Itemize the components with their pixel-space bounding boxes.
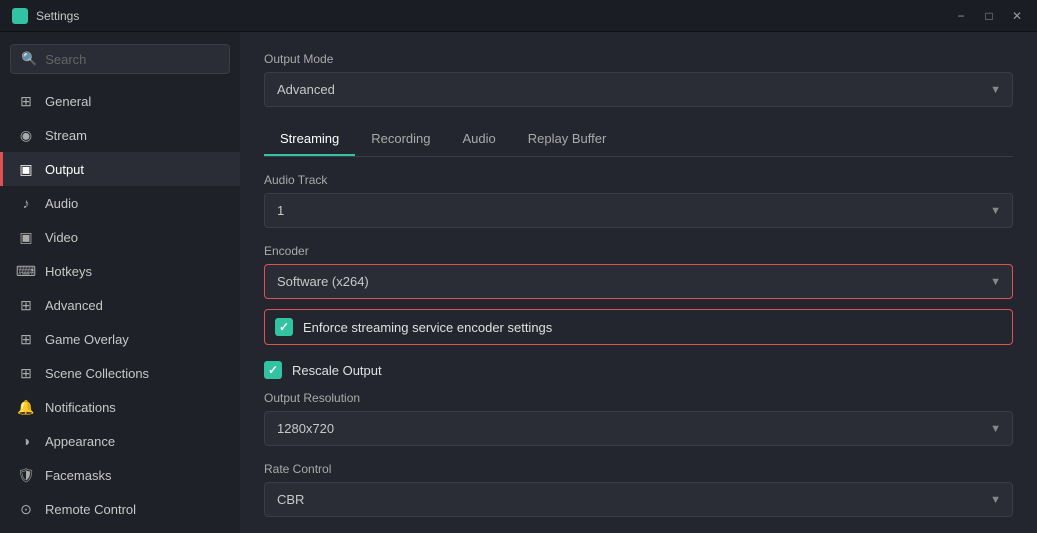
sidebar-label-output: Output: [45, 162, 84, 177]
titlebar: Settings − □ ✕: [0, 0, 1037, 32]
output-resolution-select[interactable]: 1280x720 1920x1080 1366x768 1024x576: [264, 411, 1013, 446]
sidebar-item-audio[interactable]: ♪ Audio: [0, 186, 240, 220]
hotkeys-icon: ⌨: [17, 262, 35, 280]
enforce-encoder-row[interactable]: ✓ Enforce streaming service encoder sett…: [264, 309, 1013, 345]
audio-icon: ♪: [17, 194, 35, 212]
game-overlay-icon: ⊞: [17, 330, 35, 348]
sidebar: 🔍 ⊞ General ◉ Stream ▣ Output ♪ Audio ▣ …: [0, 32, 240, 533]
close-button[interactable]: ✕: [1009, 9, 1025, 23]
sidebar-item-general[interactable]: ⊞ General: [0, 84, 240, 118]
advanced-icon: ⊞: [17, 296, 35, 314]
rescale-output-label: Rescale Output: [292, 363, 382, 378]
sidebar-label-advanced: Advanced: [45, 298, 103, 313]
output-mode-select[interactable]: Advanced Simple: [264, 72, 1013, 107]
app-icon: [12, 8, 28, 24]
content-area: Output Mode Advanced Simple ▼ Streaming …: [240, 32, 1037, 533]
window-controls: − □ ✕: [953, 9, 1025, 23]
sidebar-item-scene-collections[interactable]: ⊞ Scene Collections: [0, 356, 240, 390]
encoder-label: Encoder: [264, 244, 1013, 258]
appearance-icon: ◑: [17, 432, 35, 450]
sidebar-item-hotkeys[interactable]: ⌨ Hotkeys: [0, 254, 240, 288]
remote-control-icon: ⊙: [17, 500, 35, 518]
rate-control-label: Rate Control: [264, 462, 1013, 476]
rescale-output-row[interactable]: ✓ Rescale Output: [264, 357, 1013, 383]
scene-collections-icon: ⊞: [17, 364, 35, 382]
video-icon: ▣: [17, 228, 35, 246]
facemasks-icon: 🛡: [17, 466, 35, 484]
output-tabs: Streaming Recording Audio Replay Buffer: [264, 123, 1013, 157]
output-mode-label: Output Mode: [264, 52, 1013, 66]
rate-control-wrapper: CBR VBR ABR CRF CQP ▼: [264, 482, 1013, 517]
main-layout: 🔍 ⊞ General ◉ Stream ▣ Output ♪ Audio ▣ …: [0, 32, 1037, 533]
search-input[interactable]: [45, 52, 221, 67]
audio-track-label: Audio Track: [264, 173, 1013, 187]
search-box[interactable]: 🔍: [10, 44, 230, 74]
sidebar-label-scene-collections: Scene Collections: [45, 366, 149, 381]
output-resolution-label: Output Resolution: [264, 391, 1013, 405]
sidebar-item-notifications[interactable]: 🔔 Notifications: [0, 390, 240, 424]
search-icon: 🔍: [21, 51, 37, 67]
audio-track-wrapper: 1 2 3 4 5 6 ▼: [264, 193, 1013, 228]
sidebar-item-output[interactable]: ▣ Output: [0, 152, 240, 186]
sidebar-label-remote-control: Remote Control: [45, 502, 136, 517]
sidebar-item-facemasks[interactable]: 🛡 Facemasks: [0, 458, 240, 492]
tab-recording[interactable]: Recording: [355, 123, 446, 156]
sidebar-item-game-overlay[interactable]: ⊞ Game Overlay: [0, 322, 240, 356]
sidebar-item-appearance[interactable]: ◑ Appearance: [0, 424, 240, 458]
stream-icon: ◉: [17, 126, 35, 144]
sidebar-label-hotkeys: Hotkeys: [45, 264, 92, 279]
sidebar-label-audio: Audio: [45, 196, 78, 211]
sidebar-item-stream[interactable]: ◉ Stream: [0, 118, 240, 152]
check-icon: ✓: [279, 320, 289, 334]
enforce-encoder-label: Enforce streaming service encoder settin…: [303, 320, 552, 335]
output-mode-wrapper: Advanced Simple ▼: [264, 72, 1013, 107]
audio-track-select[interactable]: 1 2 3 4 5 6: [264, 193, 1013, 228]
sidebar-label-video: Video: [45, 230, 78, 245]
sidebar-item-installed-apps[interactable]: ⊞ Installed Apps: [0, 526, 240, 533]
sidebar-item-advanced[interactable]: ⊞ Advanced: [0, 288, 240, 322]
output-icon: ▣: [17, 160, 35, 178]
rate-control-select[interactable]: CBR VBR ABR CRF CQP: [264, 482, 1013, 517]
general-icon: ⊞: [17, 92, 35, 110]
tab-audio[interactable]: Audio: [447, 123, 512, 156]
sidebar-item-video[interactable]: ▣ Video: [0, 220, 240, 254]
rescale-check-icon: ✓: [268, 363, 278, 377]
encoder-select[interactable]: Software (x264) NVENC H.264 AMD HW H.264…: [264, 264, 1013, 299]
sidebar-item-remote-control[interactable]: ⊙ Remote Control: [0, 492, 240, 526]
sidebar-label-stream: Stream: [45, 128, 87, 143]
minimize-button[interactable]: −: [953, 9, 969, 23]
output-resolution-wrapper: 1280x720 1920x1080 1366x768 1024x576 ▼: [264, 411, 1013, 446]
encoder-wrapper: Software (x264) NVENC H.264 AMD HW H.264…: [264, 264, 1013, 299]
maximize-button[interactable]: □: [981, 9, 997, 23]
sidebar-label-facemasks: Facemasks: [45, 468, 111, 483]
sidebar-label-game-overlay: Game Overlay: [45, 332, 129, 347]
sidebar-label-general: General: [45, 94, 91, 109]
sidebar-label-appearance: Appearance: [45, 434, 115, 449]
enforce-encoder-checkbox[interactable]: ✓: [275, 318, 293, 336]
sidebar-label-notifications: Notifications: [45, 400, 116, 415]
notifications-icon: 🔔: [17, 398, 35, 416]
tab-replay-buffer[interactable]: Replay Buffer: [512, 123, 623, 156]
tab-streaming[interactable]: Streaming: [264, 123, 355, 156]
rescale-output-checkbox[interactable]: ✓: [264, 361, 282, 379]
titlebar-left: Settings: [12, 8, 79, 24]
window-title: Settings: [36, 9, 79, 23]
